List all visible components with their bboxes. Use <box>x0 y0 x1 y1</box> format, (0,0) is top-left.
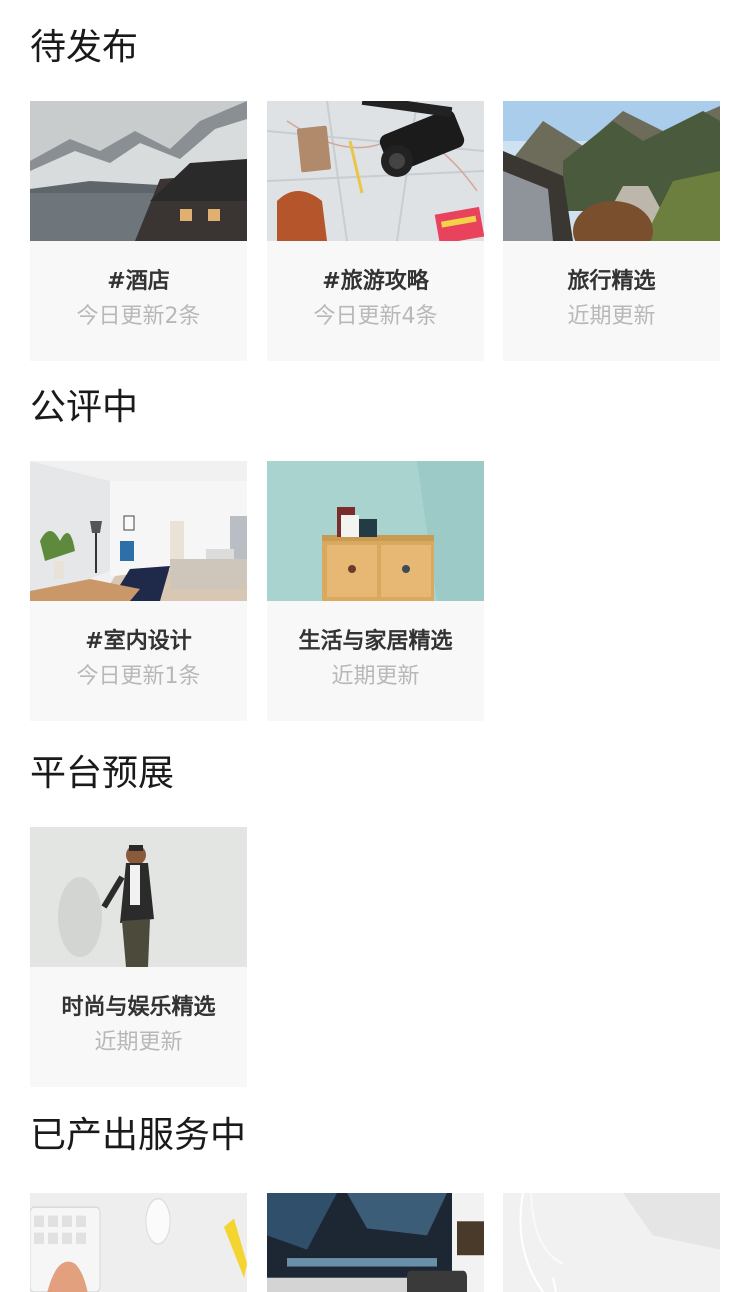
car-window-mountain-road-image <box>503 101 720 241</box>
card-name: #旅游攻略 <box>322 269 429 294</box>
card-subtitle: 近期更新 <box>331 664 420 689</box>
card-desk-accessories[interactable] <box>503 1193 720 1292</box>
section-title-pending: 待发布 <box>30 27 139 68</box>
section-title-in-service: 已产出服务中 <box>30 1115 247 1156</box>
card-interior-design[interactable]: #室内设计 今日更新1条 <box>30 461 247 721</box>
card-name: #室内设计 <box>85 629 192 654</box>
card-subtitle: 今日更新2条 <box>76 304 201 329</box>
card-subtitle: 今日更新1条 <box>76 664 201 689</box>
card-subtitle: 今日更新4条 <box>313 304 438 329</box>
fashion-man-leaning-wall-image <box>30 827 247 967</box>
card-keyboard[interactable] <box>30 1193 247 1292</box>
map-camera-notebook-image <box>267 101 484 241</box>
card-home-living[interactable]: 生活与家居精选 近期更新 <box>267 461 484 721</box>
wooden-drawer-mugs-image <box>267 461 484 601</box>
mountain-lake-cabin-image <box>30 101 247 241</box>
card-name: 旅行精选 <box>567 269 656 294</box>
card-name: #酒店 <box>107 269 170 294</box>
card-hotel[interactable]: #酒店 今日更新2条 <box>30 101 247 361</box>
card-fashion-entertainment[interactable]: 时尚与娱乐精选 近期更新 <box>30 827 247 1087</box>
section-title-preview: 平台预展 <box>30 753 175 794</box>
card-travel-guide[interactable]: #旅游攻略 今日更新4条 <box>267 101 484 361</box>
keyboard-hand-mouse-image <box>30 1193 247 1292</box>
earphones-sunglasses-desk-image <box>503 1193 720 1292</box>
bright-bedroom-interior-image <box>30 461 247 601</box>
card-name: 时尚与娱乐精选 <box>61 995 216 1020</box>
card-travel-picks[interactable]: 旅行精选 近期更新 <box>503 101 720 361</box>
card-name: 生活与家居精选 <box>298 629 453 654</box>
card-subtitle: 近期更新 <box>567 304 656 329</box>
section-title-reviewing: 公评中 <box>30 387 139 428</box>
computer-monitor-desk-image <box>267 1193 484 1292</box>
card-computer-desk[interactable] <box>267 1193 484 1292</box>
card-subtitle: 近期更新 <box>94 1030 183 1055</box>
